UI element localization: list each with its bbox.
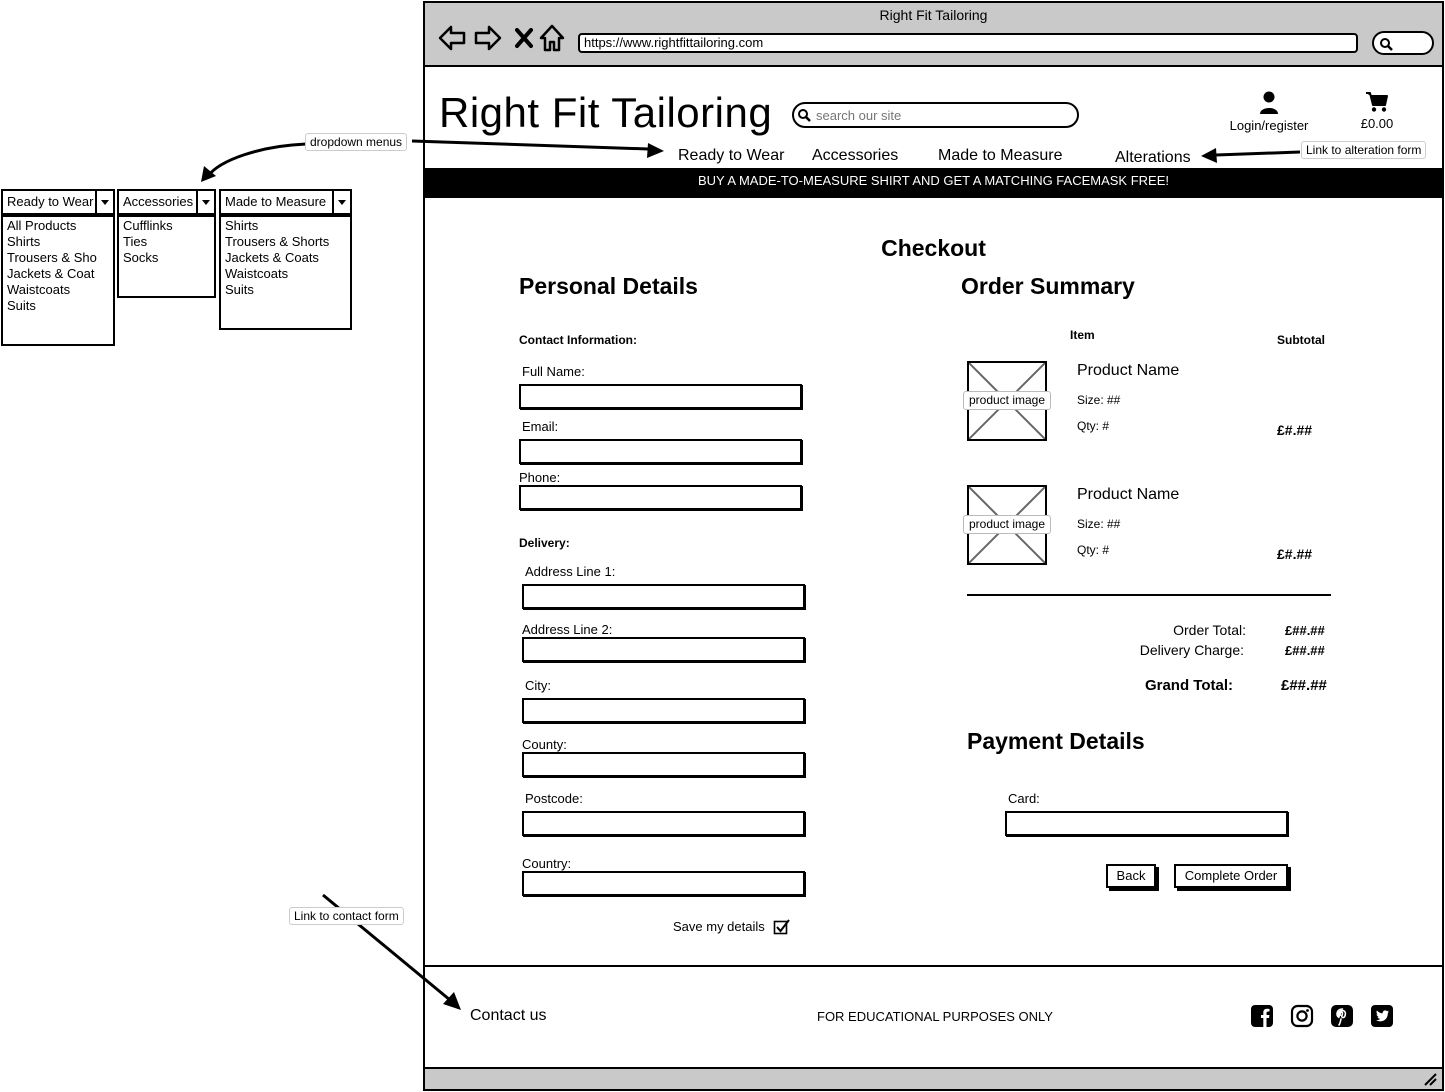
annotation-arrows <box>201 139 1301 1010</box>
annotation-alteration-link: Link to alteration form <box>1301 141 1427 159</box>
annotation-contact-link: Link to contact form <box>289 907 404 925</box>
annotation-dropdown-menus: dropdown menus <box>305 133 408 151</box>
